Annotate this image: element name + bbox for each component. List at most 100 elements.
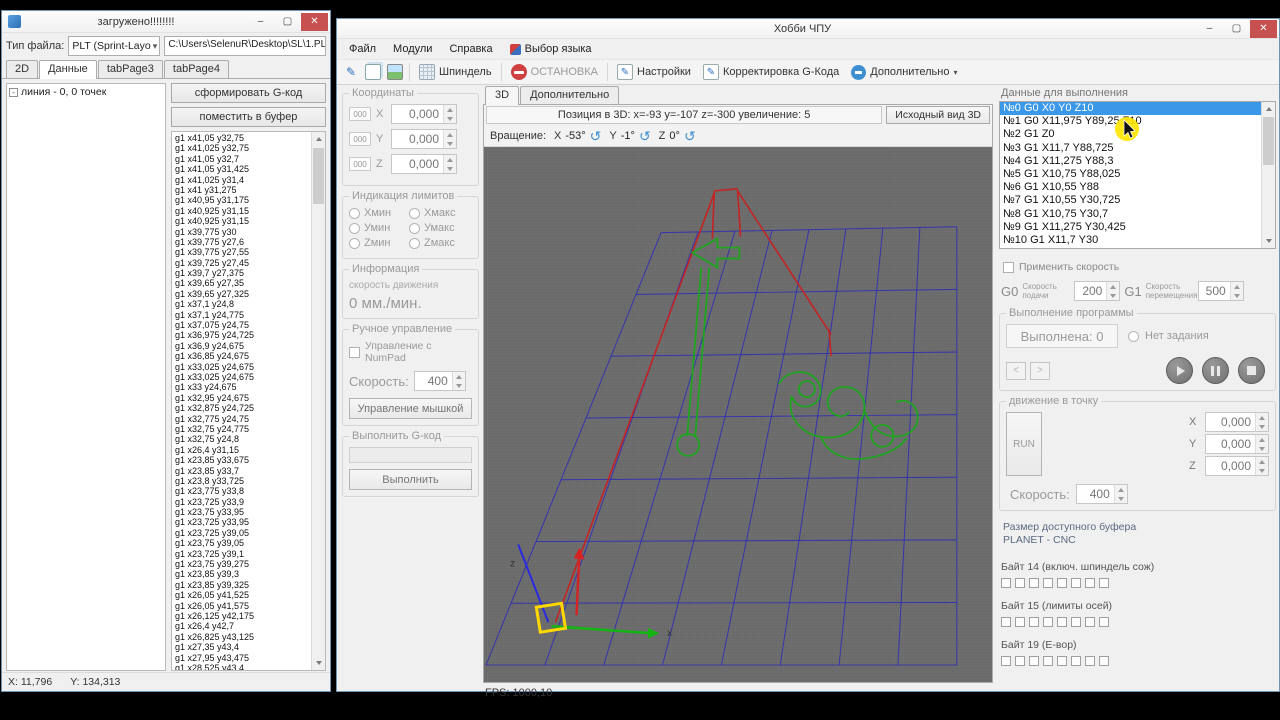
loader-titlebar[interactable]: загружено!!!!!!!! – ▢ ✕ <box>2 11 330 33</box>
list-item[interactable]: №3 G1 X11,7 Y88,725 <box>1000 142 1261 155</box>
copy-icon[interactable] <box>365 64 381 80</box>
bit-checkbox[interactable] <box>1099 656 1109 666</box>
list-item[interactable]: g1 x23,85 y33,7 <box>175 466 311 476</box>
stop-button[interactable]: ОСТАНОВКА <box>508 62 601 82</box>
spinner-up-icon[interactable] <box>444 105 456 114</box>
scroll-down-icon[interactable] <box>1261 234 1275 248</box>
spinner-down-icon[interactable] <box>452 381 465 390</box>
spindle-button[interactable]: Шпиндель <box>416 62 495 82</box>
gcode-list-scrollbar[interactable] <box>311 132 325 670</box>
list-item[interactable]: g1 x33,025 y24,675 <box>175 362 311 372</box>
list-item[interactable]: g1 x32,95 y24,675 <box>175 393 311 403</box>
list-item[interactable]: g1 x23,725 y33,95 <box>175 517 311 527</box>
radio-icon[interactable] <box>349 207 360 219</box>
bit-checkbox[interactable] <box>1001 617 1011 627</box>
maximize-button[interactable]: ▢ <box>1223 20 1250 38</box>
move-z-stepper[interactable]: 0,000 <box>1205 456 1269 476</box>
list-item[interactable]: g1 x41,025 y31,4 <box>175 175 311 185</box>
list-item[interactable]: g1 x39,7 y27,375 <box>175 268 311 278</box>
list-item[interactable]: g1 x39,775 y30 <box>175 227 311 237</box>
next-line-button[interactable]: > <box>1030 361 1050 380</box>
execution-gcode-list[interactable]: №0 G0 X0 Y0 Z10 №1 G0 X11,975 Y89,25 Z10 №… <box>1000 102 1261 248</box>
scroll-up-icon[interactable] <box>1261 102 1275 116</box>
spinner-up-icon[interactable] <box>1230 282 1243 291</box>
list-item[interactable]: g1 x39,775 y27,6 <box>175 237 311 247</box>
gcode-source-list[interactable]: g1 x41,05 y32,75 g1 x41,025 y32,75 g1 x41,… <box>172 132 311 670</box>
tab-data[interactable]: Данные <box>39 60 97 79</box>
tab-2d[interactable]: 2D <box>6 60 39 78</box>
tab-page3[interactable]: tabPage3 <box>97 60 163 78</box>
bit-checkbox[interactable] <box>1057 656 1067 666</box>
tree-node[interactable]: - линия - 0, 0 точек <box>9 86 163 98</box>
list-item[interactable]: g1 x23,85 y39,325 <box>175 580 311 590</box>
reset-view-button[interactable]: Исходный вид 3D <box>886 106 990 124</box>
spinner-down-icon[interactable] <box>444 164 456 173</box>
list-item[interactable]: g1 x27,35 y43,4 <box>175 642 311 652</box>
scroll-down-icon[interactable] <box>311 656 325 670</box>
execute-button[interactable]: Выполнить <box>349 469 472 490</box>
list-item[interactable]: g1 x40,925 y31,15 <box>175 216 311 226</box>
list-item[interactable]: g1 x32,875 y24,725 <box>175 403 311 413</box>
settings-button[interactable]: ✎ Настройки <box>614 62 694 82</box>
list-item[interactable]: g1 x41,05 y32,75 <box>175 133 311 143</box>
list-item[interactable]: g1 x27,95 y43,475 <box>175 653 311 663</box>
list-item[interactable]: g1 x33 y24,675 <box>175 382 311 392</box>
manual-speed-stepper[interactable]: 400 <box>413 371 466 391</box>
rotate-icon[interactable]: ↺ <box>590 129 602 143</box>
list-item[interactable]: g1 x23,725 y33,9 <box>175 497 311 507</box>
scroll-up-icon[interactable] <box>311 132 325 146</box>
tab-page4[interactable]: tabPage4 <box>163 60 230 78</box>
list-item[interactable]: g1 x32,75 y24,8 <box>175 434 311 444</box>
bit-checkbox[interactable] <box>1001 656 1011 666</box>
rotate-y-control[interactable]: Y -1° ↺ <box>609 129 650 143</box>
spinner-up-icon[interactable] <box>1256 457 1268 466</box>
x-coordinate-stepper[interactable]: 0,000 <box>391 104 457 124</box>
numpad-checkbox[interactable] <box>349 346 360 358</box>
list-item[interactable]: g1 x32,775 y24,75 <box>175 414 311 424</box>
bit-checkbox[interactable] <box>1043 617 1053 627</box>
bit-checkbox[interactable] <box>1029 617 1039 627</box>
spinner-up-icon[interactable] <box>444 155 456 164</box>
tree-expander-icon[interactable]: - <box>9 87 18 97</box>
menu-file[interactable]: Файл <box>341 41 384 57</box>
spinner-down-icon[interactable] <box>1114 494 1127 503</box>
list-item[interactable]: №5 G1 X10,75 Y88,025 <box>1000 168 1261 181</box>
list-item[interactable]: №9 G1 X11,275 Y30,425 <box>1000 221 1261 234</box>
list-item[interactable]: №8 G1 X10,75 Y30,7 <box>1000 208 1261 221</box>
main-titlebar[interactable]: Хобби ЧПУ – ▢ ✕ <box>337 19 1279 39</box>
g0-speed-stepper[interactable]: 200 <box>1074 281 1121 301</box>
bit-checkbox[interactable] <box>1015 656 1025 666</box>
bit-checkbox[interactable] <box>1099 578 1109 588</box>
list-item[interactable]: g1 x23,75 y33,95 <box>175 507 311 517</box>
list-item[interactable]: №1 G0 X11,975 Y89,25 Z10 <box>1000 115 1261 128</box>
spinner-down-icon[interactable] <box>1256 466 1268 475</box>
list-item[interactable]: №4 G1 X11,275 Y88,3 <box>1000 155 1261 168</box>
move-x-stepper[interactable]: 0,000 <box>1205 412 1269 432</box>
list-item[interactable]: №7 G1 X10,55 Y30,725 <box>1000 194 1261 207</box>
rotate-x-control[interactable]: X -53° ↺ <box>554 129 601 143</box>
list-item[interactable]: g1 x41,05 y31,425 <box>175 164 311 174</box>
close-button[interactable]: ✕ <box>301 12 328 31</box>
list-item[interactable]: g1 x23,85 y33,675 <box>175 455 311 465</box>
3d-scene[interactable]: z x <box>484 147 992 682</box>
list-item[interactable]: g1 x39,725 y27,45 <box>175 258 311 268</box>
list-item[interactable]: g1 x39,65 y27,35 <box>175 278 311 288</box>
list-item[interactable]: g1 x26,125 y42,175 <box>175 611 311 621</box>
bit-checkbox[interactable] <box>1085 656 1095 666</box>
minimize-button[interactable]: – <box>1196 20 1223 38</box>
scroll-thumb[interactable] <box>1263 117 1274 165</box>
list-item[interactable]: g1 x37,075 y24,75 <box>175 320 311 330</box>
spinner-up-icon[interactable] <box>1107 282 1120 291</box>
list-item[interactable]: g1 x40,925 y31,15 <box>175 206 311 216</box>
g1-speed-stepper[interactable]: 500 <box>1197 281 1244 301</box>
radio-icon[interactable] <box>409 222 420 234</box>
layers-tree[interactable]: - линия - 0, 0 точек <box>6 83 166 671</box>
run-button[interactable]: RUN <box>1006 412 1042 476</box>
bit-checkbox[interactable] <box>1057 617 1067 627</box>
bit-checkbox[interactable] <box>1085 578 1095 588</box>
spinner-up-icon[interactable] <box>1256 435 1268 444</box>
list-item[interactable]: g1 x26,4 y31,15 <box>175 445 311 455</box>
list-item[interactable]: g1 x36,9 y24,675 <box>175 341 311 351</box>
spinner-up-icon[interactable] <box>1256 413 1268 422</box>
list-item[interactable]: g1 x41,05 y32,7 <box>175 154 311 164</box>
